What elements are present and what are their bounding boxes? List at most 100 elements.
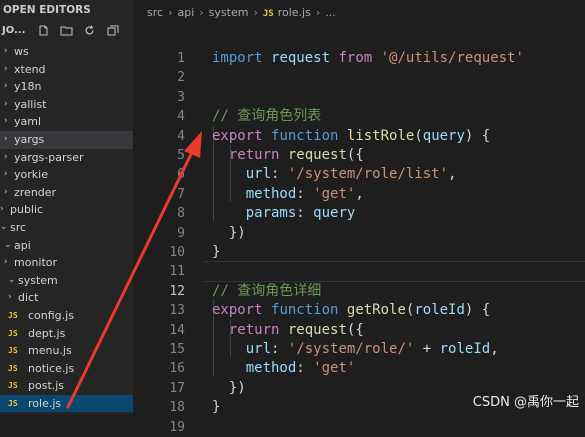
tree-item-label: yorkie [14, 168, 48, 182]
breadcrumb-item-src[interactable]: src [147, 6, 163, 19]
line-number: 7 [177, 186, 185, 202]
code-token: method [245, 185, 297, 202]
folder-item[interactable]: › ws [0, 43, 133, 61]
file-item[interactable]: JS role.js [0, 394, 133, 413]
code-token: listRole [346, 127, 415, 144]
project-title[interactable]: JO... [2, 25, 25, 36]
chevron-down-icon: ⌄ [0, 221, 8, 232]
code-token: request [287, 147, 347, 163]
tree-item-label: notice.js [28, 361, 75, 375]
refresh-icon[interactable] [83, 24, 96, 36]
collapse-all-icon[interactable] [106, 25, 119, 36]
code-line: 14 return request({ [133, 321, 585, 340]
code-token: '@/utils/request' [380, 50, 524, 66]
chevron-right-icon: › [4, 116, 8, 127]
code-token: : [296, 185, 314, 202]
line-number: 16 [169, 361, 185, 377]
folder-item[interactable]: › yaml [0, 113, 133, 131]
breadcrumb: src › api › system › JS role.js ›... [147, 6, 336, 19]
code-text: method: 'get', [212, 185, 364, 204]
file-item[interactable]: JS post.js [0, 377, 133, 395]
code-token: return [228, 321, 280, 338]
code-token: roleId [414, 302, 465, 319]
code-text: }) [212, 379, 246, 398]
code-token: } [212, 399, 221, 416]
code-line: 12 // 查询角色详细 [133, 282, 585, 301]
chevron-right-icon: › [4, 133, 8, 144]
breadcrumb-item-symbol[interactable]: ... [325, 6, 336, 19]
code-token: function [271, 127, 339, 144]
code-token: request [287, 321, 347, 338]
folder-item[interactable]: › zrender [0, 184, 133, 202]
code-token: 'get' [313, 185, 356, 202]
chevron-right-icon: › [0, 204, 4, 215]
breadcrumb-item-system[interactable]: system [209, 6, 249, 19]
folder-item[interactable]: ⌄ system [0, 272, 133, 290]
tree-item-label: dept.js [28, 326, 66, 340]
breadcrumb-item-file[interactable]: role.js [278, 6, 311, 19]
chevron-right-icon: › [4, 46, 8, 56]
folder-item[interactable]: › xtend [0, 61, 133, 79]
tree-item-label: system [18, 273, 58, 287]
code-token: }) [212, 224, 246, 241]
code-token: export [212, 127, 263, 144]
tree-item-label: role.js [28, 396, 62, 410]
new-folder-icon[interactable] [60, 25, 73, 36]
code-line: 4 export function listRole(query) { [133, 127, 585, 146]
folder-item[interactable]: › monitor [0, 254, 133, 272]
code-token: : [296, 360, 314, 377]
code-token: query [422, 127, 465, 144]
code-token: query [313, 205, 356, 222]
folder-item[interactable]: ⌄ src [0, 219, 133, 237]
file-item[interactable]: JS config.js [0, 307, 133, 325]
line-number: 11 [169, 264, 185, 280]
folder-item[interactable]: › yallist [0, 96, 133, 114]
code-line: 2 [133, 68, 585, 87]
code-editor[interactable]: src › api › system › JS role.js ›... 1 import req… [133, 0, 585, 435]
folder-item[interactable]: › public [0, 201, 133, 219]
line-number: 3 [177, 89, 185, 105]
code-token: , [355, 185, 364, 202]
code-token: ) { [464, 127, 491, 144]
folder-item[interactable]: › y18n [0, 78, 133, 96]
code-text: return request({ [212, 146, 364, 165]
code-token: } [212, 244, 221, 260]
chevron-right-icon: › [4, 186, 8, 197]
folder-item[interactable]: › dict [0, 289, 133, 307]
code-token: 'get' [313, 360, 356, 377]
file-item[interactable]: JS notice.js [0, 360, 133, 378]
tree-item-label: config.js [28, 308, 74, 322]
file-item[interactable]: JS dept.js [0, 325, 133, 343]
line-number: 19 [169, 419, 185, 435]
code-token: // 查询角色详细 [212, 282, 322, 299]
folder-item[interactable]: ⌄ api [0, 237, 133, 255]
code-text: params: query [212, 204, 356, 223]
tree-item-label: public [10, 203, 44, 217]
code-line: 11 [133, 262, 585, 281]
folder-item[interactable]: › yargs [0, 130, 133, 149]
js-file-icon: JS [262, 9, 274, 19]
breadcrumb-item-api[interactable]: api [177, 6, 194, 19]
code-line: 3 [133, 88, 585, 107]
tree-item-label: ws [14, 45, 29, 58]
code-token: ( [414, 127, 423, 144]
code-line: 4 // 查询角色列表 [133, 107, 585, 126]
folder-item[interactable]: › yorkie [0, 166, 133, 184]
code-token: url [245, 341, 272, 357]
new-file-icon[interactable] [37, 25, 50, 36]
file-item[interactable]: JS menu.js [0, 342, 133, 360]
folder-item[interactable]: › yargs-parser [0, 149, 133, 167]
open-editors-header[interactable]: OPEN EDITORS [0, 0, 133, 20]
breadcrumb-separator: › [168, 6, 173, 19]
code-text: }) [212, 224, 246, 243]
line-number: 14 [169, 322, 185, 338]
code-line: 1 import request from '@/utils/request' [133, 49, 585, 68]
code-text: } [212, 398, 220, 417]
